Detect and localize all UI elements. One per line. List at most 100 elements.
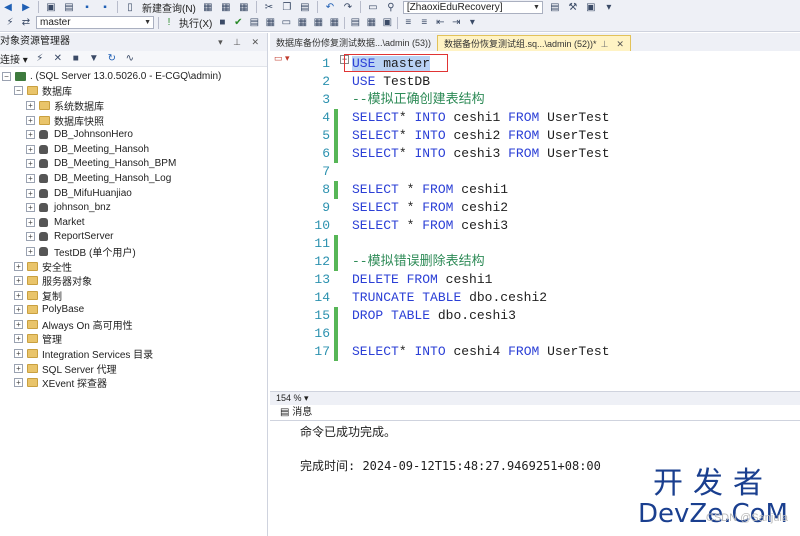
tree-node-db[interactable]: + ReportServer bbox=[0, 230, 267, 245]
code-line[interactable]: 6 SELECT* INTO ceshi3 FROM UserTest bbox=[270, 145, 800, 163]
debug-icon[interactable]: ▭ bbox=[367, 2, 379, 13]
collapse-icon[interactable]: − bbox=[14, 86, 23, 96]
new-query-icon[interactable]: ▯ bbox=[124, 2, 136, 13]
decrease-indent-icon[interactable]: ⇤ bbox=[434, 17, 446, 28]
collapse-icon[interactable]: − bbox=[2, 71, 11, 81]
tree-node-top[interactable]: + 安全性 bbox=[0, 259, 267, 274]
query-icon-3[interactable]: ▦ bbox=[238, 2, 250, 13]
code-line[interactable]: 13 DELETE FROM ceshi1 bbox=[270, 271, 800, 289]
stop-icon[interactable]: ■ bbox=[216, 17, 228, 28]
expand-icon[interactable]: + bbox=[14, 378, 23, 388]
results-to-text-icon[interactable]: ▤ bbox=[349, 17, 361, 28]
tree-node-db[interactable]: + johnson_bnz bbox=[0, 200, 267, 215]
connect-icon[interactable]: ⚡ bbox=[34, 53, 46, 64]
code-line[interactable]: 14 TRUNCATE TABLE dbo.ceshi2 bbox=[270, 289, 800, 307]
code-line[interactable]: 8 SELECT * FROM ceshi1 bbox=[270, 181, 800, 199]
tree-node-databases[interactable]: − 数据库 bbox=[0, 84, 267, 98]
client-stats-icon[interactable]: ▦ bbox=[328, 17, 340, 28]
expand-icon[interactable]: + bbox=[26, 130, 35, 140]
back-icon[interactable]: ◀ bbox=[2, 2, 14, 13]
code-line[interactable]: 9 SELECT * FROM ceshi2 bbox=[270, 199, 800, 217]
cut-icon[interactable]: ✂ bbox=[263, 2, 275, 13]
zoom-level[interactable]: 154 % bbox=[276, 393, 302, 403]
new-query-button[interactable]: 新建查询(N) bbox=[142, 0, 196, 15]
specify-values-icon[interactable]: ▾ bbox=[466, 17, 478, 28]
expand-icon[interactable]: + bbox=[26, 188, 35, 198]
window-icon[interactable]: ▣ bbox=[585, 2, 597, 13]
intellisense-icon[interactable]: ▭ bbox=[280, 17, 292, 28]
code-line[interactable]: 3 --模拟正确创建表结构 bbox=[270, 91, 800, 109]
execute-icon[interactable]: ! bbox=[163, 17, 175, 28]
code-line[interactable]: 4 SELECT* INTO ceshi1 FROM UserTest bbox=[270, 109, 800, 127]
refresh-icon[interactable]: ↻ bbox=[106, 53, 118, 64]
code-line[interactable]: 10 SELECT * FROM ceshi3 bbox=[270, 217, 800, 235]
expand-icon[interactable]: + bbox=[14, 319, 23, 329]
tree-node-top[interactable]: + 服务器对象 bbox=[0, 273, 267, 288]
pane-controls[interactable]: ▾ ⊥ ✕ bbox=[218, 33, 267, 51]
wrench-icon[interactable]: ⚒ bbox=[567, 2, 579, 13]
tree-node-top[interactable]: + Always On 高可用性 bbox=[0, 317, 267, 332]
execute-button[interactable]: 执行(X) bbox=[179, 15, 212, 30]
uncomment-icon[interactable]: ≡ bbox=[418, 17, 430, 28]
tree-node-top[interactable]: + Integration Services 目录 bbox=[0, 346, 267, 361]
code-line[interactable]: 17 SELECT* INTO ceshi4 FROM UserTest bbox=[270, 343, 800, 361]
estimated-plan-icon[interactable]: ▤ bbox=[248, 17, 260, 28]
query-icon-2[interactable]: ▦ bbox=[220, 2, 232, 13]
undo-icon[interactable]: ↶ bbox=[324, 2, 336, 13]
new-project-icon[interactable]: ▣ bbox=[45, 2, 57, 13]
live-stats-icon[interactable]: ▦ bbox=[312, 17, 324, 28]
tree-node-top[interactable]: + 管理 bbox=[0, 332, 267, 346]
sql-editor[interactable]: ▭ ▾ 1 USE master 2 USE TestDB 3 --模拟正确创建表结构 4 S… bbox=[270, 51, 800, 391]
results-to-grid-icon[interactable]: ▦ bbox=[365, 17, 377, 28]
save-icon[interactable]: ▪ bbox=[81, 2, 93, 13]
expand-icon[interactable]: + bbox=[14, 261, 23, 271]
connect-icon[interactable]: ⚡ bbox=[4, 17, 16, 28]
expand-icon[interactable]: + bbox=[26, 159, 35, 169]
expand-icon[interactable]: + bbox=[14, 290, 23, 300]
query-options-icon[interactable]: ▦ bbox=[264, 17, 276, 28]
solution-dropdown[interactable]: [ZhaoxiEduRecovery] ▼ bbox=[402, 0, 543, 14]
find-icon[interactable]: ⚲ bbox=[385, 2, 397, 13]
tab-backup-restore[interactable]: 数据备份恢复测试组.sq...\admin (52))* ⊥ ✕ bbox=[437, 35, 631, 51]
stop-icon[interactable]: ■ bbox=[70, 53, 82, 64]
expand-icon[interactable]: + bbox=[26, 144, 35, 154]
expand-icon[interactable]: + bbox=[26, 173, 35, 183]
tree-node-top[interactable]: + 复制 bbox=[0, 288, 267, 303]
results-to-file-icon[interactable]: ▣ bbox=[381, 17, 393, 28]
code-line[interactable]: 2 USE TestDB bbox=[270, 73, 800, 91]
include-plan-icon[interactable]: ▦ bbox=[296, 17, 308, 28]
messages-tab[interactable]: ▤ 消息 bbox=[270, 405, 800, 421]
properties-icon[interactable]: ▤ bbox=[549, 2, 561, 13]
tree-node-db[interactable]: + DB_Meeting_Hansoh_Log bbox=[0, 171, 267, 186]
tree-node-server[interactable]: − . (SQL Server 13.0.5026.0 - E-CGQ\admi… bbox=[0, 69, 267, 84]
tree-node-top[interactable]: + XEvent 探查器 bbox=[0, 375, 267, 390]
increase-indent-icon[interactable]: ⇥ bbox=[450, 17, 462, 28]
tree-node-db[interactable]: + DB_Meeting_Hansoh bbox=[0, 142, 267, 157]
expand-icon[interactable]: + bbox=[14, 349, 23, 359]
expand-icon[interactable]: + bbox=[14, 276, 23, 286]
query-icon[interactable]: ▦ bbox=[202, 2, 214, 13]
expand-icon[interactable]: + bbox=[26, 115, 35, 125]
close-icon[interactable]: ✕ bbox=[616, 39, 624, 49]
filter-icon[interactable]: ▼ bbox=[88, 53, 100, 64]
tree-node-db[interactable]: + TestDB (单个用户) bbox=[0, 244, 267, 259]
expand-icon[interactable]: + bbox=[26, 100, 35, 110]
tree-node-db[interactable]: + DB_JohnsonHero bbox=[0, 127, 267, 142]
open-file-icon[interactable]: ▤ bbox=[63, 2, 75, 13]
expand-icon[interactable]: + bbox=[26, 246, 35, 256]
change-connection-icon[interactable]: ⇄ bbox=[20, 17, 32, 28]
tab-backup-repair[interactable]: 数据库备份修复测试数据...\admin (53)) bbox=[270, 35, 437, 51]
tree-node-db[interactable]: + DB_MifuHuanjiao bbox=[0, 186, 267, 201]
database-dropdown[interactable]: master ▼ bbox=[36, 16, 154, 29]
expand-icon[interactable]: + bbox=[14, 305, 23, 315]
comment-icon[interactable]: ≡ bbox=[402, 17, 414, 28]
copy-icon[interactable]: ❐ bbox=[281, 2, 293, 13]
disconnect-icon[interactable]: ✕ bbox=[52, 53, 64, 64]
code-line[interactable]: 5 SELECT* INTO ceshi2 FROM UserTest bbox=[270, 127, 800, 145]
code-line[interactable]: 16 bbox=[270, 325, 800, 343]
overflow-icon[interactable]: ▾ bbox=[603, 2, 615, 13]
tree-node-db[interactable]: + 数据库快照 bbox=[0, 113, 267, 128]
pin-icon[interactable]: ⊥ bbox=[601, 39, 609, 49]
expand-icon[interactable]: + bbox=[14, 334, 23, 344]
tree-node-db[interactable]: + Market bbox=[0, 215, 267, 230]
